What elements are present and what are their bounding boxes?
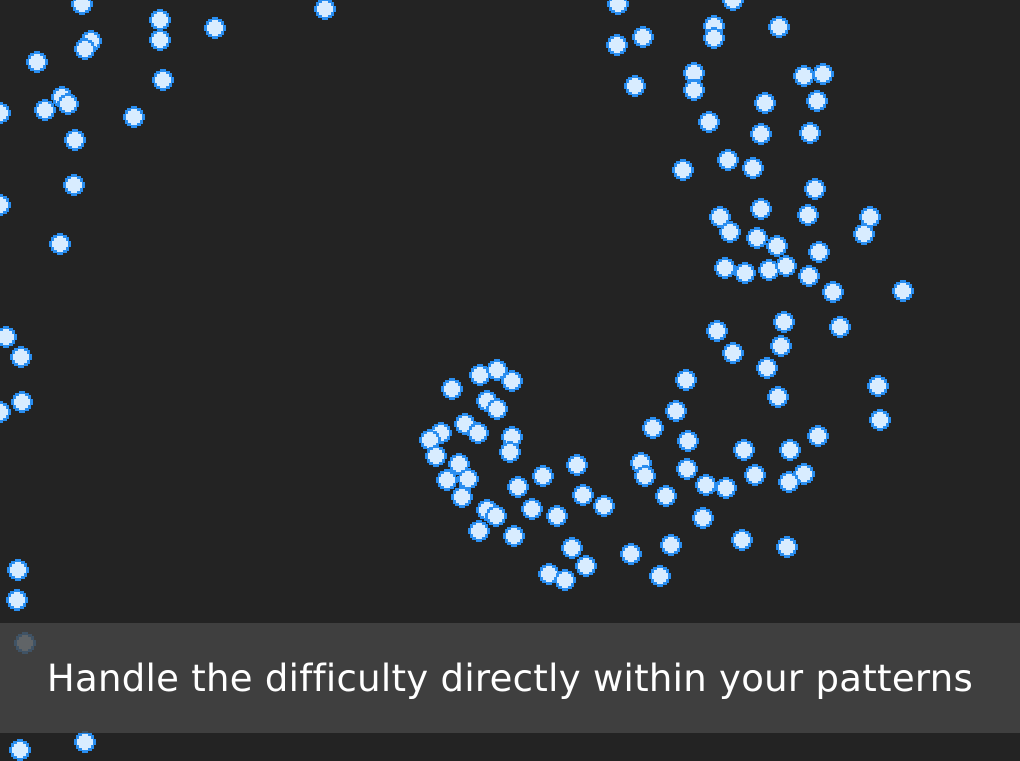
diamond-bullet-icon: [733, 439, 755, 461]
diamond-bullet-icon: [441, 378, 463, 400]
diamond-bullet-icon: [507, 476, 529, 498]
diamond-bullet-icon: [672, 159, 694, 181]
diamond-bullet-icon: [798, 265, 820, 287]
diamond-bullet-icon: [314, 0, 336, 20]
diamond-bullet-icon: [468, 520, 490, 542]
diamond-bullet-icon: [756, 357, 778, 379]
caption-bar: Handle the difficulty directly within yo…: [0, 623, 1020, 733]
diamond-bullet-icon: [546, 505, 568, 527]
diamond-bullet-icon: [665, 400, 687, 422]
diamond-bullet-icon: [731, 529, 753, 551]
diamond-bullet-icon: [750, 198, 772, 220]
diamond-bullet-icon: [204, 17, 226, 39]
diamond-bullet-icon: [620, 543, 642, 565]
diamond-bullet-icon: [49, 233, 71, 255]
diamond-bullet-icon: [0, 102, 11, 124]
diamond-bullet-icon: [649, 565, 671, 587]
diamond-bullet-icon: [804, 178, 826, 200]
diamond-bullet-icon: [766, 235, 788, 257]
diamond-bullet-icon: [767, 386, 789, 408]
diamond-bullet-icon: [869, 409, 891, 431]
diamond-bullet-icon: [715, 477, 737, 499]
diamond-bullet-icon: [521, 498, 543, 520]
diamond-bullet-icon: [758, 259, 780, 281]
diamond-bullet-icon: [9, 739, 31, 761]
diamond-bullet-icon: [152, 69, 174, 91]
diamond-bullet-icon: [793, 65, 815, 87]
diamond-bullet-icon: [593, 495, 615, 517]
diamond-bullet-icon: [773, 311, 795, 333]
caption-text: Handle the difficulty directly within yo…: [46, 656, 974, 700]
diamond-bullet-icon: [806, 90, 828, 112]
diamond-bullet-icon: [717, 149, 739, 171]
diamond-bullet-icon: [734, 262, 756, 284]
diamond-bullet-icon: [642, 417, 664, 439]
diamond-bullet-icon: [750, 123, 772, 145]
diamond-bullet-icon: [812, 63, 834, 85]
diamond-bullet-icon: [74, 731, 96, 753]
diamond-bullet-icon: [0, 401, 11, 423]
diamond-bullet-icon: [829, 316, 851, 338]
diamond-bullet-icon: [561, 537, 583, 559]
diamond-bullet-icon: [695, 474, 717, 496]
diamond-bullet-icon: [0, 326, 17, 348]
diamond-bullet-icon: [675, 369, 697, 391]
diamond-bullet-icon: [64, 129, 86, 151]
diamond-bullet-icon: [566, 454, 588, 476]
diamond-bullet-icon: [632, 26, 654, 48]
diamond-bullet-icon: [0, 194, 11, 216]
diamond-bullet-icon: [6, 589, 28, 611]
diamond-bullet-icon: [606, 34, 628, 56]
diamond-bullet-icon: [532, 465, 554, 487]
diamond-bullet-icon: [698, 111, 720, 133]
diamond-bullet-icon: [34, 99, 56, 121]
diamond-bullet-icon: [797, 204, 819, 226]
diamond-bullet-icon: [692, 507, 714, 529]
diamond-bullet-icon: [892, 280, 914, 302]
diamond-bullet-icon: [768, 16, 790, 38]
diamond-bullet-icon: [746, 227, 768, 249]
diamond-bullet-icon: [775, 255, 797, 277]
game-viewport: Handle the difficulty directly within yo…: [0, 0, 1020, 761]
diamond-bullet-icon: [660, 534, 682, 556]
diamond-bullet-icon: [655, 485, 677, 507]
diamond-bullet-icon: [503, 525, 525, 547]
diamond-bullet-icon: [683, 79, 705, 101]
diamond-bullet-icon: [867, 375, 889, 397]
diamond-bullet-icon: [71, 0, 93, 15]
diamond-bullet-icon: [779, 439, 801, 461]
diamond-bullet-icon: [677, 430, 699, 452]
diamond-bullet-icon: [770, 335, 792, 357]
diamond-bullet-icon: [722, 0, 744, 11]
diamond-bullet-icon: [63, 174, 85, 196]
diamond-bullet-icon: [714, 257, 736, 279]
diamond-bullet-icon: [742, 157, 764, 179]
diamond-bullet-icon: [7, 559, 29, 581]
diamond-bullet-icon: [11, 391, 33, 413]
diamond-bullet-icon: [822, 281, 844, 303]
diamond-bullet-icon: [744, 464, 766, 486]
diamond-bullet-icon: [575, 555, 597, 577]
diamond-bullet-icon: [149, 9, 171, 31]
diamond-bullet-icon: [123, 106, 145, 128]
diamond-bullet-icon: [572, 484, 594, 506]
diamond-bullet-icon: [607, 0, 629, 15]
diamond-bullet-icon: [722, 342, 744, 364]
diamond-bullet-icon: [149, 29, 171, 51]
diamond-bullet-icon: [706, 320, 728, 342]
diamond-bullet-icon: [808, 241, 830, 263]
diamond-bullet-icon: [754, 92, 776, 114]
diamond-bullet-icon: [799, 122, 821, 144]
diamond-bullet-icon: [26, 51, 48, 73]
diamond-bullet-icon: [624, 75, 646, 97]
diamond-bullet-icon: [10, 346, 32, 368]
diamond-bullet-icon: [776, 536, 798, 558]
diamond-bullet-icon: [807, 425, 829, 447]
diamond-bullet-icon: [676, 458, 698, 480]
